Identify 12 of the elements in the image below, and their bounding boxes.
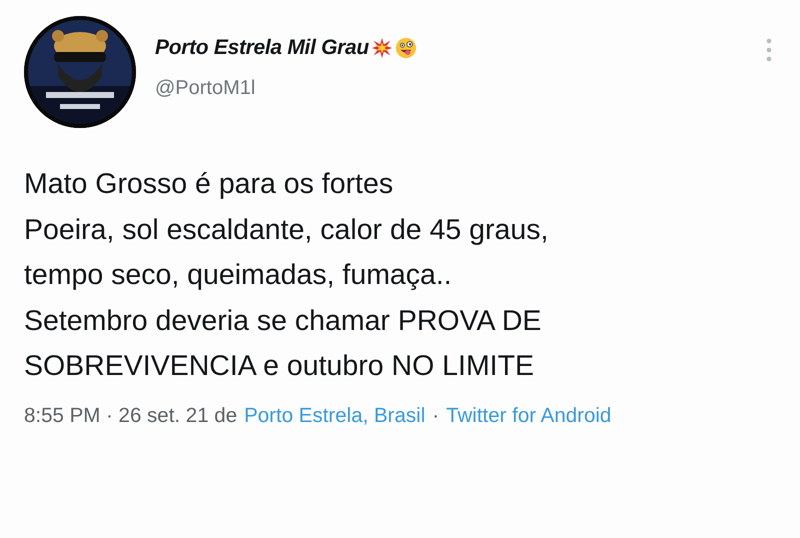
- display-name[interactable]: Porto Estrela Mil Grau: [155, 36, 369, 60]
- tweet-timestamp: 8:55 PM · 26 set. 21 de: [24, 404, 238, 428]
- explosion-icon: [370, 37, 393, 59]
- more-options-icon[interactable]: [766, 38, 772, 62]
- location-link[interactable]: Porto Estrela, Brasil: [244, 404, 426, 428]
- tweet-text: Setembro deveria se chamar PROVA DE SOBREVIVENCIA e outubro NO LIMITE: [24, 304, 542, 384]
- separator: ·: [432, 404, 440, 428]
- tweet-text: Mato Grosso é para os fortes: [24, 167, 394, 202]
- winking-face-icon: [394, 37, 417, 59]
- user-handle[interactable]: @PortoM1l: [155, 77, 766, 100]
- tweet-text: Poeira, sol escaldante, calor de 45 graus, tempo seco, queimadas, fumaça..: [24, 212, 550, 293]
- source-link[interactable]: Twitter for Android: [446, 404, 612, 428]
